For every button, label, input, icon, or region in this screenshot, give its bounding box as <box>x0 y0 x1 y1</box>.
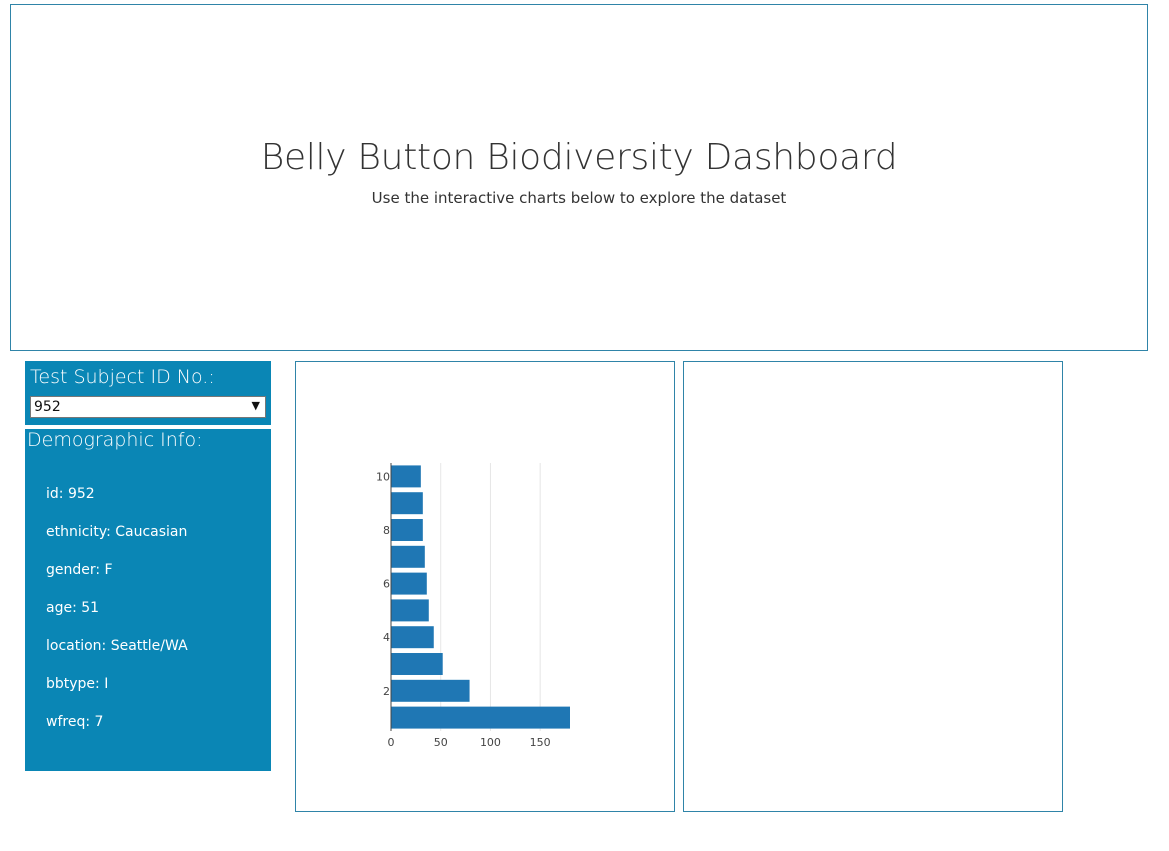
demographic-item-ethnicity: ethnicity: Caucasian <box>46 524 188 540</box>
bar[interactable] <box>391 492 423 515</box>
y-tick-label: 10 <box>376 470 390 483</box>
bar-chart-container: 0 50 100 150 2 4 6 8 10 <box>295 361 675 812</box>
y-tick-label: 2 <box>383 685 390 698</box>
x-tick-label: 150 <box>530 736 551 749</box>
bar-chart[interactable]: 0 50 100 150 2 4 6 8 10 <box>296 362 674 811</box>
x-tick-label: 0 <box>388 736 395 749</box>
y-tick-label: 8 <box>383 524 390 537</box>
subject-select-label: Test Subject ID No.: <box>30 366 215 388</box>
bar[interactable] <box>391 572 427 595</box>
y-tick-label: 6 <box>383 578 390 591</box>
subject-select-panel: Test Subject ID No.: 952 ▼ <box>25 361 271 425</box>
page-subtitle: Use the interactive charts below to expl… <box>371 189 787 207</box>
demographic-item-location: location: Seattle/WA <box>46 638 188 654</box>
subject-id-dropdown[interactable]: 952 ▼ <box>30 396 266 418</box>
bar[interactable] <box>391 545 425 568</box>
demographic-item-bbtype: bbtype: I <box>46 676 109 692</box>
bar[interactable] <box>391 599 429 622</box>
bar[interactable] <box>391 706 570 729</box>
dropdown-selected-value: 952 <box>34 399 61 415</box>
bar[interactable] <box>391 679 470 702</box>
bar[interactable] <box>391 465 421 488</box>
bar[interactable] <box>391 626 434 649</box>
bar[interactable] <box>391 653 443 675</box>
demographic-item-age: age: 51 <box>46 600 100 616</box>
page-title: Belly Button Biodiversity Dashboard <box>260 137 898 178</box>
demographic-item-wfreq: wfreq: 7 <box>46 714 104 730</box>
demographic-info-label: Demographic Info: <box>27 429 203 451</box>
caret-down-icon: ▼ <box>251 399 260 412</box>
gauge-chart-container <box>683 361 1063 812</box>
x-tick-label: 100 <box>480 736 501 749</box>
demographic-info-panel: Demographic Info: id: 952 ethnicity: Cau… <box>25 429 271 771</box>
bar[interactable] <box>391 519 423 541</box>
demographic-list: id: 952 ethnicity: Caucasian gender: F a… <box>46 486 188 752</box>
x-tick-label: 50 <box>434 736 448 749</box>
demographic-item-gender: gender: F <box>46 562 113 578</box>
header-jumbotron: Belly Button Biodiversity Dashboard Use … <box>10 4 1148 351</box>
y-tick-label: 4 <box>383 631 390 644</box>
demographic-item-id: id: 952 <box>46 486 95 502</box>
